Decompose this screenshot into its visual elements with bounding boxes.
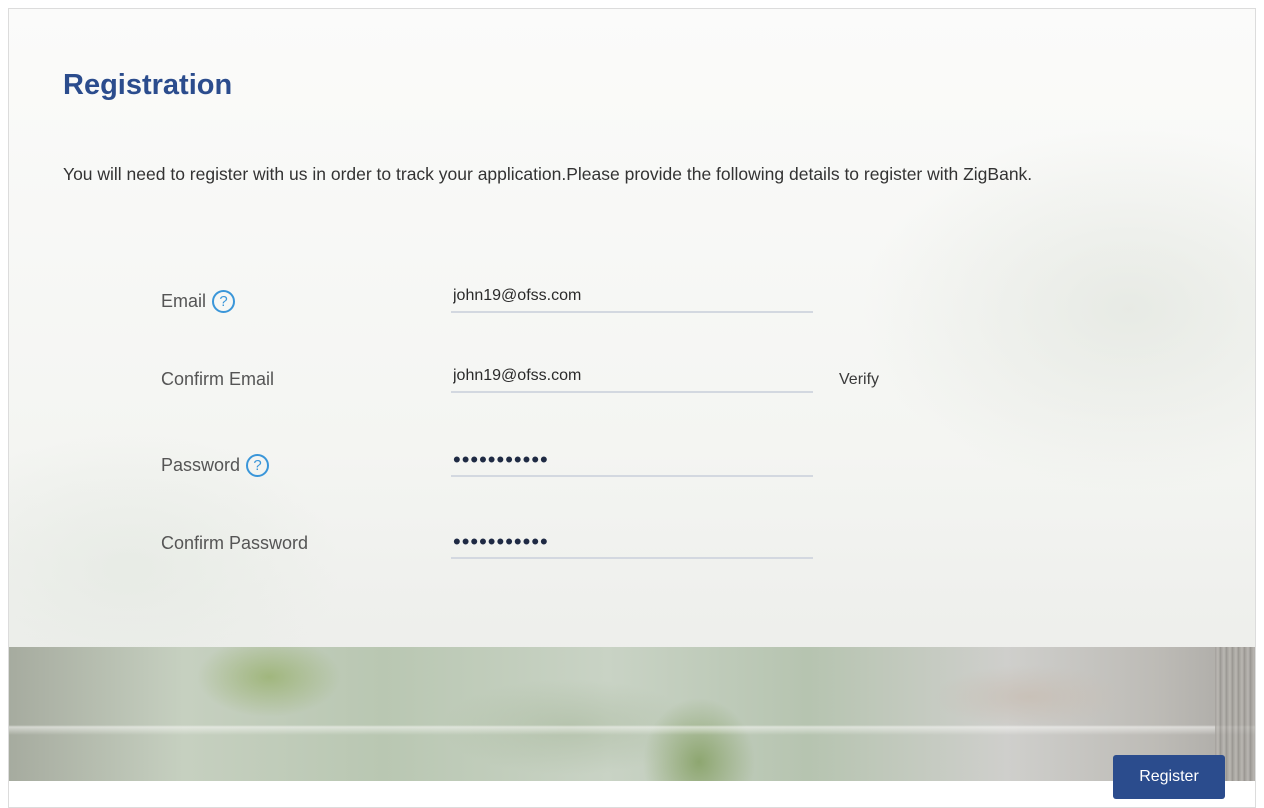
confirm-password-field-wrapper	[451, 527, 813, 559]
page-title: Registration	[63, 69, 233, 101]
password-label-group: Password ?	[161, 454, 270, 477]
confirm-email-label: Confirm Email	[161, 369, 275, 389]
intro-text: You will need to register with us in ord…	[63, 164, 1033, 184]
background-photo-band	[9, 647, 1255, 781]
confirm-email-field-wrapper	[451, 361, 813, 393]
registration-panel: Registration You will need to register w…	[8, 8, 1256, 808]
email-label-group: Email ?	[161, 290, 236, 313]
footer-strip	[9, 781, 1255, 807]
confirm-password-input[interactable]	[451, 527, 813, 557]
password-label: Password	[161, 455, 241, 475]
password-field-wrapper	[451, 445, 813, 477]
confirm-password-row: Confirm Password	[161, 525, 861, 575]
password-row: Password ?	[161, 441, 861, 491]
email-input[interactable]	[451, 281, 813, 311]
confirm-email-row: Confirm Email Verify	[161, 359, 879, 409]
verify-link[interactable]: Verify	[839, 371, 879, 389]
confirm-email-input[interactable]	[451, 361, 813, 391]
email-row: Email ?	[161, 275, 861, 325]
email-label: Email	[161, 291, 207, 311]
email-field-wrapper	[451, 281, 813, 313]
confirm-password-label: Confirm Password	[161, 533, 309, 553]
confirm-email-label-group: Confirm Email	[161, 369, 274, 390]
question-circle-icon[interactable]: ?	[246, 454, 270, 477]
question-circle-icon[interactable]: ?	[212, 290, 236, 313]
password-input[interactable]	[451, 445, 813, 475]
register-button[interactable]: Register	[1113, 755, 1225, 799]
confirm-password-label-group: Confirm Password	[161, 533, 308, 554]
